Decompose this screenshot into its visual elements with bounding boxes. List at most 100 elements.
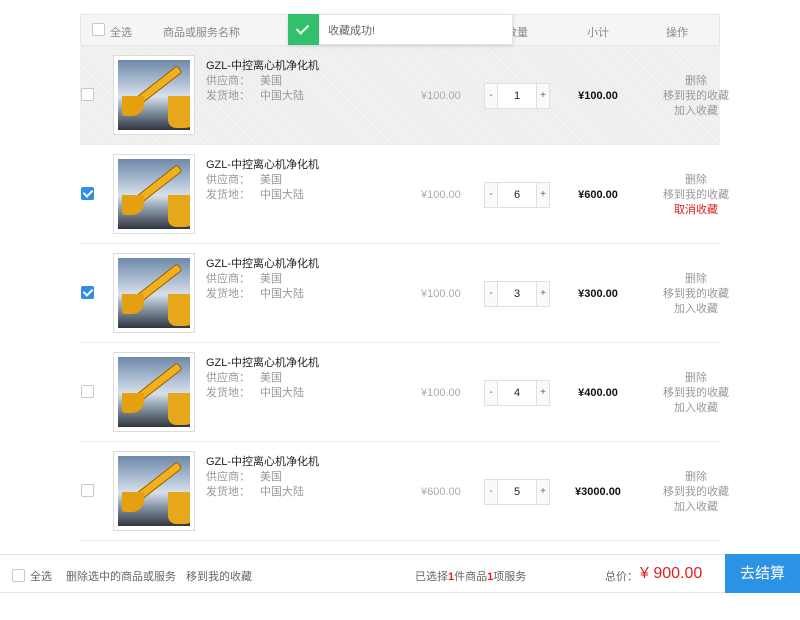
qty-input[interactable]: 5 <box>498 479 536 505</box>
origin-line: 发货地： 中国大陆 <box>206 188 319 203</box>
move-to-favorites-link[interactable]: 移到我的收藏 <box>640 386 752 401</box>
row-checkbox[interactable] <box>81 484 94 497</box>
row-actions: 删除 移到我的收藏 取消收藏 <box>640 173 752 218</box>
favorite-toggle-link[interactable]: 加入收藏 <box>640 302 752 317</box>
footer-select-all-checkbox[interactable] <box>12 569 25 582</box>
column-header-ops: 操作 <box>666 27 688 39</box>
favorite-toggle-link[interactable]: 取消收藏 <box>640 203 752 218</box>
supplier-label: 供应商： <box>206 174 250 186</box>
toast-message: 收藏成功! <box>328 24 376 37</box>
delete-link[interactable]: 删除 <box>640 272 752 287</box>
excavator-image <box>118 357 190 427</box>
qty-increase-button[interactable]: + <box>536 281 550 307</box>
selection-prefix: 已选择 <box>415 571 448 583</box>
delete-link[interactable]: 删除 <box>640 371 752 386</box>
checkout-button[interactable]: 去结算 <box>725 554 800 593</box>
qty-decrease-button[interactable]: - <box>484 83 498 109</box>
select-all-label: 全选 <box>110 27 132 39</box>
select-all-checkbox[interactable] <box>92 23 105 36</box>
origin-label: 发货地： <box>206 189 250 201</box>
favorite-toggle-link[interactable]: 加入收藏 <box>640 500 752 515</box>
product-name[interactable]: GZL-中控离心机净化机 <box>206 59 319 74</box>
product-info: GZL-中控离心机净化机 供应商： 美国 发货地： 中国大陆 <box>206 455 319 500</box>
supplier-value: 美国 <box>260 75 282 87</box>
cart-rows: GZL-中控离心机净化机 供应商： 美国 发货地： 中国大陆 ¥100.00 - 1… <box>80 46 729 541</box>
selection-summary: 已选择1件商品1项服务 <box>415 568 526 584</box>
unit-price: ¥600.00 <box>421 486 461 498</box>
cart-table: 全选 商品或服务名称 数量 小计 操作 GZL-中控离心机净化机 供应商： 美国 … <box>80 14 729 541</box>
delete-selected-link[interactable]: 删除选中的商品或服务 <box>66 568 176 584</box>
qty-input[interactable]: 6 <box>498 182 536 208</box>
product-info: GZL-中控离心机净化机 供应商： 美国 发货地： 中国大陆 <box>206 257 319 302</box>
quantity-stepper: - 1 + <box>484 83 550 109</box>
origin-line: 发货地： 中国大陆 <box>206 485 319 500</box>
quantity-stepper: - 5 + <box>484 479 550 505</box>
favorite-toggle-link[interactable]: 加入收藏 <box>640 104 752 119</box>
origin-label: 发货地： <box>206 387 250 399</box>
total-label: 总价： <box>605 571 638 583</box>
qty-decrease-button[interactable]: - <box>484 182 498 208</box>
qty-decrease-button[interactable]: - <box>484 281 498 307</box>
qty-increase-button[interactable]: + <box>536 182 550 208</box>
supplier-label: 供应商： <box>206 75 250 87</box>
supplier-value: 美国 <box>260 372 282 384</box>
origin-label: 发货地： <box>206 288 250 300</box>
product-image[interactable] <box>113 451 195 531</box>
origin-value: 中国大陆 <box>260 288 304 300</box>
qty-input[interactable]: 4 <box>498 380 536 406</box>
qty-decrease-button[interactable]: - <box>484 479 498 505</box>
row-actions: 删除 移到我的收藏 加入收藏 <box>640 470 752 515</box>
row-checkbox[interactable] <box>81 385 94 398</box>
product-image[interactable] <box>113 55 195 135</box>
product-name[interactable]: GZL-中控离心机净化机 <box>206 257 319 272</box>
delete-link[interactable]: 删除 <box>640 74 752 89</box>
favorite-toggle-link[interactable]: 加入收藏 <box>640 401 752 416</box>
footer-select-all-label[interactable]: 全选 <box>30 568 52 584</box>
move-to-favorites-link[interactable]: 移到我的收藏 <box>640 89 752 104</box>
row-checkbox[interactable] <box>81 88 94 101</box>
footer-move-to-favorites-link[interactable]: 移到我的收藏 <box>186 568 252 584</box>
unit-price: ¥100.00 <box>421 90 461 102</box>
move-to-favorites-link[interactable]: 移到我的收藏 <box>640 188 752 203</box>
product-name[interactable]: GZL-中控离心机净化机 <box>206 455 319 470</box>
row-checkbox[interactable] <box>81 286 94 299</box>
supplier-label: 供应商： <box>206 273 250 285</box>
product-image[interactable] <box>113 154 195 234</box>
qty-decrease-button[interactable]: - <box>484 380 498 406</box>
product-image[interactable] <box>113 352 195 432</box>
row-subtotal: ¥400.00 <box>578 387 618 399</box>
selected-goods-unit: 件商品 <box>454 571 488 583</box>
qty-increase-button[interactable]: + <box>536 479 550 505</box>
quantity-stepper: - 4 + <box>484 380 550 406</box>
qty-increase-button[interactable]: + <box>536 83 550 109</box>
excavator-image <box>118 159 190 229</box>
supplier-value: 美国 <box>260 174 282 186</box>
product-image[interactable] <box>113 253 195 333</box>
supplier-value: 美国 <box>260 273 282 285</box>
origin-label: 发货地： <box>206 90 250 102</box>
origin-value: 中国大陆 <box>260 387 304 399</box>
product-name[interactable]: GZL-中控离心机净化机 <box>206 158 319 173</box>
move-to-favorites-link[interactable]: 移到我的收藏 <box>640 485 752 500</box>
row-subtotal: ¥300.00 <box>578 288 618 300</box>
quantity-stepper: - 3 + <box>484 281 550 307</box>
origin-value: 中国大陆 <box>260 189 304 201</box>
product-info: GZL-中控离心机净化机 供应商： 美国 发货地： 中国大陆 <box>206 158 319 203</box>
excavator-image <box>118 60 190 130</box>
qty-increase-button[interactable]: + <box>536 380 550 406</box>
qty-input[interactable]: 3 <box>498 281 536 307</box>
qty-input[interactable]: 1 <box>498 83 536 109</box>
origin-line: 发货地： 中国大陆 <box>206 89 319 104</box>
unit-price: ¥100.00 <box>421 288 461 300</box>
row-checkbox[interactable] <box>81 187 94 200</box>
product-name[interactable]: GZL-中控离心机净化机 <box>206 356 319 371</box>
excavator-image <box>118 456 190 526</box>
column-header-subtotal: 小计 <box>587 27 609 39</box>
unit-price: ¥100.00 <box>421 189 461 201</box>
product-info: GZL-中控离心机净化机 供应商： 美国 发货地： 中国大陆 <box>206 356 319 401</box>
supplier-line: 供应商： 美国 <box>206 371 319 386</box>
unit-price: ¥100.00 <box>421 387 461 399</box>
delete-link[interactable]: 删除 <box>640 173 752 188</box>
move-to-favorites-link[interactable]: 移到我的收藏 <box>640 287 752 302</box>
delete-link[interactable]: 删除 <box>640 470 752 485</box>
